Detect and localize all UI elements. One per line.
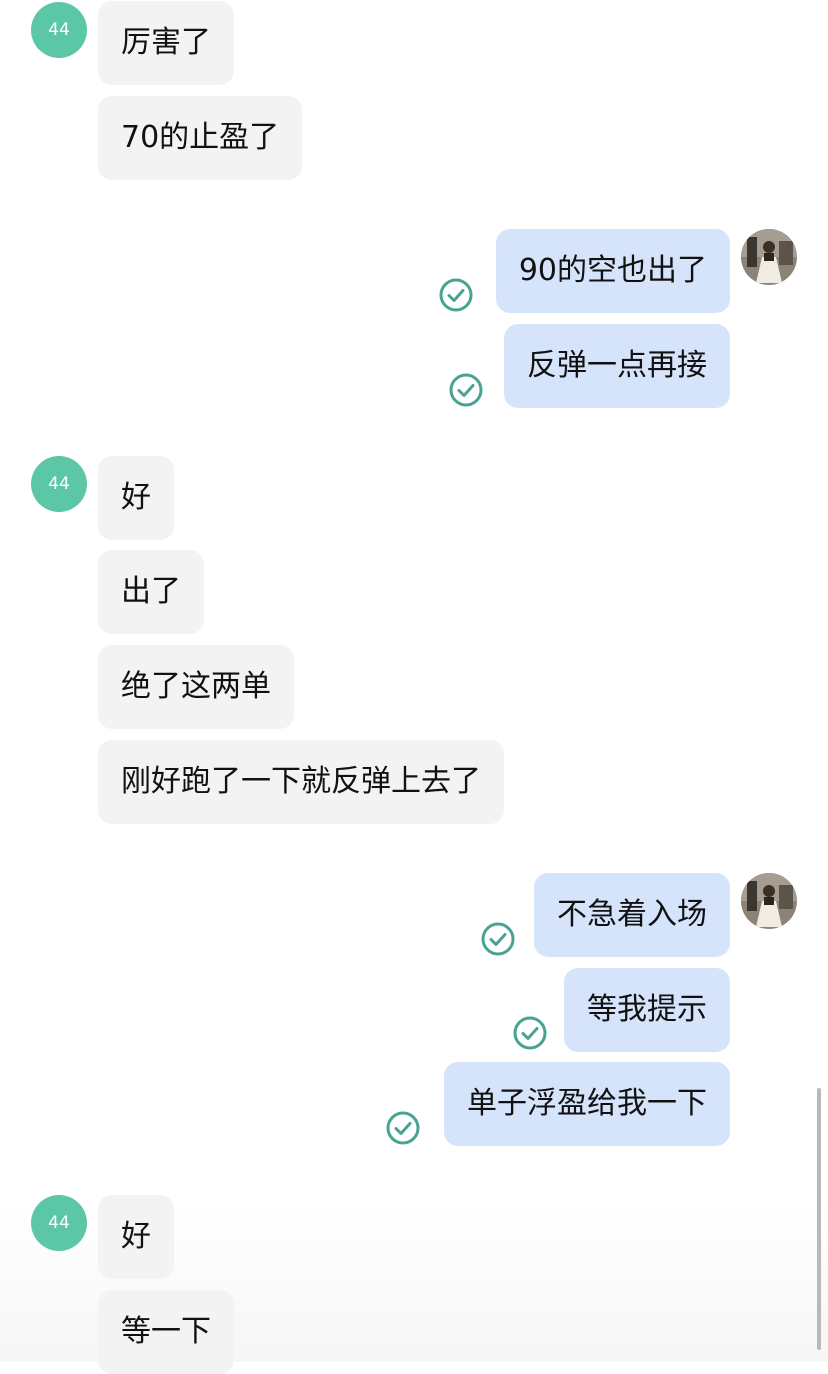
- message-bubble-incoming[interactable]: 70的止盈了: [98, 96, 303, 180]
- message-bubble-outgoing[interactable]: 不急着入场: [534, 873, 730, 957]
- check-circle-icon: [513, 1016, 547, 1050]
- check-circle-icon: [449, 373, 483, 407]
- message-bubble-incoming[interactable]: 好: [98, 456, 174, 540]
- self-avatar[interactable]: [741, 229, 797, 285]
- check-circle-icon: [439, 278, 473, 312]
- message-bubble-incoming[interactable]: 出了: [98, 550, 204, 634]
- avatar-label: 44: [48, 474, 70, 494]
- message-bubble-incoming[interactable]: 等一下: [98, 1290, 234, 1374]
- contact-avatar[interactable]: 44: [31, 1195, 87, 1251]
- message-bubble-incoming[interactable]: 厉害了: [98, 1, 234, 85]
- message-bubble-incoming[interactable]: 好: [98, 1195, 174, 1279]
- check-circle-icon: [386, 1111, 420, 1145]
- self-avatar[interactable]: [741, 873, 797, 929]
- scrollbar[interactable]: [817, 1088, 821, 1350]
- avatar-label: 44: [48, 1213, 70, 1233]
- message-bubble-incoming[interactable]: 绝了这两单: [98, 645, 294, 729]
- message-bubble-outgoing[interactable]: 单子浮盈给我一下: [444, 1062, 730, 1146]
- message-bubble-incoming[interactable]: 刚好跑了一下就反弹上去了: [98, 740, 504, 824]
- contact-avatar[interactable]: 44: [31, 456, 87, 512]
- check-circle-icon: [481, 922, 515, 956]
- message-bubble-outgoing[interactable]: 反弹一点再接: [504, 324, 730, 408]
- avatar-label: 44: [48, 20, 70, 40]
- message-bubble-outgoing[interactable]: 90的空也出了: [495, 229, 730, 313]
- contact-avatar[interactable]: 44: [31, 2, 87, 58]
- message-bubble-outgoing[interactable]: 等我提示: [564, 968, 730, 1052]
